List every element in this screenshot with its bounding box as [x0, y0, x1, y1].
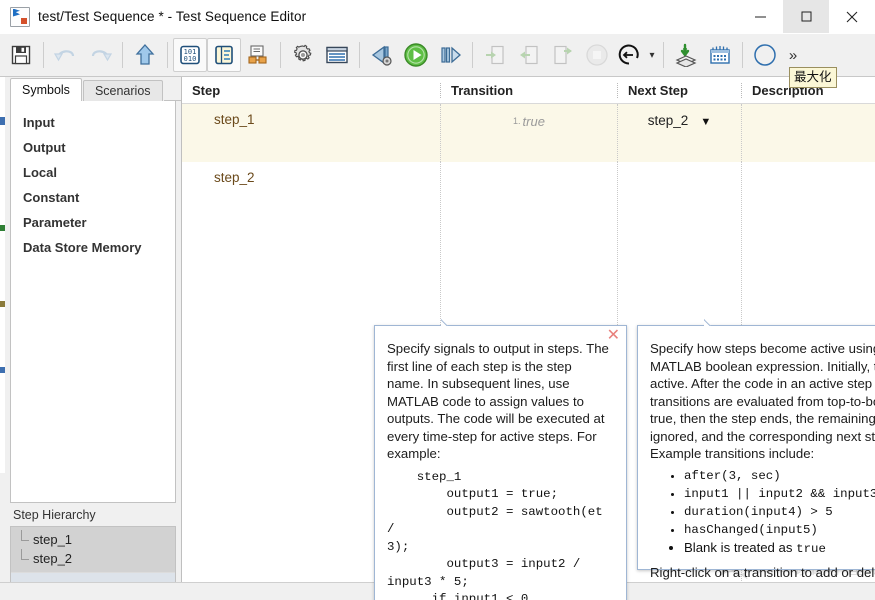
- callout-body: Specify how steps become active using tr…: [638, 326, 875, 593]
- step-hierarchy-selection: step_1 step_2: [11, 527, 175, 572]
- undo-button[interactable]: [49, 38, 83, 72]
- transition-condition[interactable]: true: [523, 114, 545, 129]
- sidebar-item-local[interactable]: Local: [11, 160, 175, 185]
- sidebar-item-data-store-memory[interactable]: Data Store Memory: [11, 235, 175, 260]
- symbols-list: Input Output Local Constant Parameter Da…: [10, 101, 176, 503]
- callout-paragraph-1: Specify signals to output in steps. The …: [387, 341, 609, 461]
- sidebar-tabs: Symbols Scenarios: [5, 77, 181, 101]
- sidebar-item-constant[interactable]: Constant: [11, 185, 175, 210]
- binary-view-button[interactable]: 101 010: [173, 38, 207, 72]
- next-step-value[interactable]: step_2 ▼: [618, 104, 741, 128]
- table-row[interactable]: step_1 1. true step_2 ▼: [182, 104, 875, 162]
- next-step-label: step_2: [647, 113, 689, 128]
- left-panel: Symbols Scenarios Input Output Local Con…: [5, 77, 181, 600]
- tab-symbols[interactable]: Symbols: [10, 78, 82, 101]
- callout-example-list: after(3, sec) input1 || input2 && input3…: [650, 467, 875, 558]
- step-hierarchy-title: Step Hierarchy: [5, 503, 181, 526]
- test-sequence-editor-window: test/Test Sequence * - Test Sequence Edi…: [0, 0, 875, 600]
- list-item: input1 || input2 && input3: [684, 485, 875, 503]
- toolbar: 101 010 ▾ » 最大化: [0, 34, 875, 88]
- step-back-button[interactable]: [365, 38, 399, 72]
- step-out-button[interactable]: [546, 38, 580, 72]
- minimize-button[interactable]: [737, 0, 783, 33]
- toolbar-separator: [167, 42, 168, 68]
- cell-next-step[interactable]: step_2 ▼: [617, 104, 741, 162]
- list-item-code: true: [796, 541, 826, 556]
- symbols-pane-button[interactable]: [207, 38, 241, 72]
- step-grid: Step Transition Next Step Description st…: [181, 77, 875, 600]
- model-explorer-button[interactable]: [241, 38, 275, 72]
- window-controls: [737, 0, 875, 33]
- data-table-button[interactable]: [320, 38, 354, 72]
- main-body: Symbols Scenarios Input Output Local Con…: [0, 77, 875, 600]
- stop-button[interactable]: [580, 38, 614, 72]
- continue-button[interactable]: [433, 38, 467, 72]
- chevron-down-icon[interactable]: ▼: [700, 116, 711, 128]
- save-button[interactable]: [4, 38, 38, 72]
- maximize-pane-button[interactable]: [748, 38, 782, 72]
- column-header-step[interactable]: Step: [182, 83, 440, 98]
- redo-button[interactable]: [83, 38, 117, 72]
- sidebar-item-output[interactable]: Output: [11, 135, 175, 160]
- callout-pointer: [704, 317, 722, 326]
- step-help-callout: ✕ Specify signals to output in steps. Th…: [374, 325, 627, 600]
- callout-body: Specify signals to output in steps. The …: [375, 326, 626, 600]
- logging-button[interactable]: [669, 38, 703, 72]
- step-name[interactable]: step_1: [182, 104, 440, 127]
- maximize-tooltip: 最大化: [789, 67, 837, 88]
- toolbar-separator: [663, 42, 664, 68]
- simulation-time-button[interactable]: [614, 38, 644, 72]
- tab-scenarios[interactable]: Scenarios: [82, 80, 163, 101]
- window-title: test/Test Sequence * - Test Sequence Edi…: [38, 9, 307, 24]
- test-sequence-icon: [10, 6, 30, 27]
- transition-entry[interactable]: 1. true: [441, 104, 617, 129]
- callout-code-sample: step_1 output1 = true; output2 = sawtoot…: [387, 469, 603, 600]
- up-to-parent-button[interactable]: [128, 38, 162, 72]
- tabstrip-filler: [163, 81, 181, 101]
- list-item: duration(input4) > 5: [684, 503, 875, 521]
- toolbar-separator: [43, 42, 44, 68]
- transition-help-callout: ✕ Specify how steps become active using …: [637, 325, 875, 580]
- cell-step[interactable]: step_1: [182, 104, 440, 162]
- toolbar-overflow-button[interactable]: »: [784, 47, 802, 64]
- step-over-button[interactable]: [512, 38, 546, 72]
- cell-transition[interactable]: 1. true: [440, 104, 617, 162]
- step-name[interactable]: step_2: [182, 162, 440, 185]
- list-item: after(3, sec): [684, 467, 875, 485]
- step-in-button[interactable]: [478, 38, 512, 72]
- title-bar: test/Test Sequence * - Test Sequence Edi…: [0, 0, 875, 34]
- settings-button[interactable]: [286, 38, 320, 72]
- sidebar-item-parameter[interactable]: Parameter: [11, 210, 175, 235]
- close-icon[interactable]: ✕: [607, 328, 620, 344]
- list-item-prefix: Blank is treated as: [684, 539, 797, 555]
- list-item: Blank is treated as true: [684, 539, 875, 558]
- svg-text:010: 010: [184, 55, 197, 63]
- close-button[interactable]: [829, 0, 875, 33]
- simulation-time-dropdown-arrow[interactable]: ▾: [646, 50, 658, 61]
- sidebar-item-input[interactable]: Input: [11, 110, 175, 135]
- column-header-transition[interactable]: Transition: [440, 82, 617, 98]
- maximize-button[interactable]: [783, 0, 829, 33]
- data-inspector-button[interactable]: [703, 38, 737, 72]
- toolbar-separator: [359, 42, 360, 68]
- hierarchy-item-step-1[interactable]: step_1: [11, 530, 175, 549]
- callout-paragraph-2: Right-click on a transition to add or de…: [650, 564, 875, 580]
- transition-index: 1.: [513, 116, 521, 126]
- toolbar-separator: [122, 42, 123, 68]
- column-header-next-step[interactable]: Next Step: [617, 82, 741, 98]
- grid-header-row: Step Transition Next Step Description: [182, 77, 875, 104]
- callout-paragraph-1: Specify how steps become active using tr…: [650, 341, 875, 461]
- callout-pointer: [441, 317, 459, 326]
- toolbar-separator: [280, 42, 281, 68]
- cell-description[interactable]: [741, 104, 875, 162]
- list-item: hasChanged(input5): [684, 521, 875, 539]
- hierarchy-item-step-2[interactable]: step_2: [11, 549, 175, 568]
- toolbar-separator: [472, 42, 473, 68]
- run-button[interactable]: [399, 38, 433, 72]
- toolbar-separator: [742, 42, 743, 68]
